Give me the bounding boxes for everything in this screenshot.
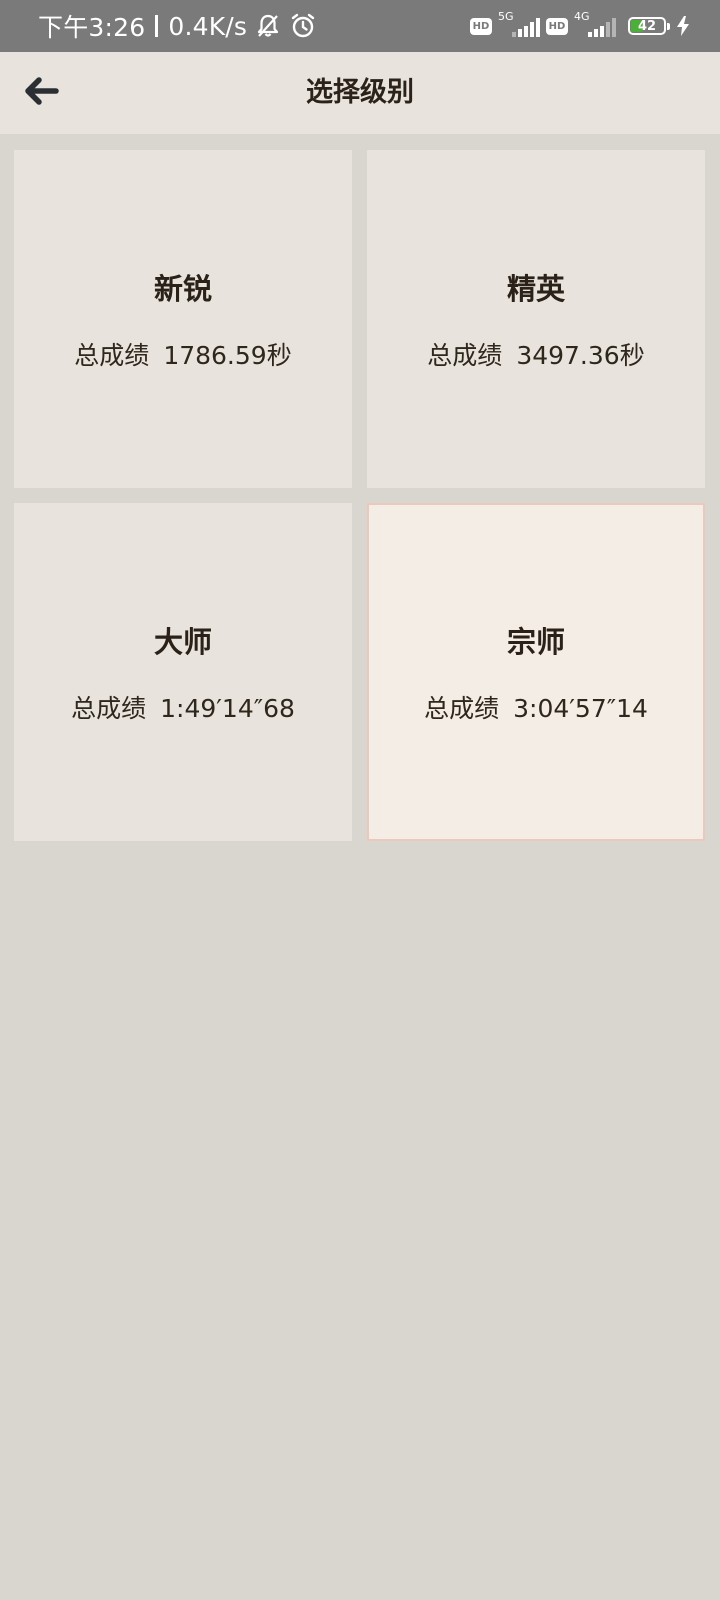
signal-sim2: 4G xyxy=(574,11,616,41)
app-bar: 选择级别 xyxy=(0,52,720,134)
hd-badge-sim1: HD xyxy=(470,17,492,35)
status-net-speed: 0.4K/s xyxy=(168,11,248,41)
status-bar: 下午3:26 0.4K/s HD 5G HD 4G 42 xyxy=(0,0,720,52)
level-card-elite[interactable]: 精英 总成绩 3497.36秒 xyxy=(367,150,705,488)
battery-level: 42 xyxy=(637,18,657,34)
status-right: HD 5G HD 4G 42 xyxy=(470,0,690,52)
level-score: 总成绩 3:04′57″14 xyxy=(424,689,648,725)
status-time: 下午3:26 xyxy=(38,13,146,42)
score-label: 总成绩 xyxy=(424,694,500,723)
score-value: 1786.59秒 xyxy=(163,341,292,370)
level-name: 大师 xyxy=(153,625,212,659)
battery-cap xyxy=(667,22,670,30)
hd-badge-sim2: HD xyxy=(546,17,568,35)
charging-icon xyxy=(676,15,690,37)
level-card-grandmaster[interactable]: 宗师 总成绩 3:04′57″14 xyxy=(367,503,705,841)
score-label: 总成绩 xyxy=(74,341,150,370)
signal-sim1: 5G xyxy=(498,11,540,41)
score-label: 总成绩 xyxy=(71,694,147,723)
signal-bars-icon xyxy=(588,18,616,37)
battery-icon: 42 xyxy=(628,17,666,35)
signal-bars-icon xyxy=(512,18,540,37)
score-label: 总成绩 xyxy=(427,341,503,370)
page-title: 选择级别 xyxy=(306,77,414,108)
bell-off-icon xyxy=(255,13,281,39)
level-score: 总成绩 1786.59秒 xyxy=(74,336,291,372)
status-separator xyxy=(155,15,159,37)
level-grid: 新锐 总成绩 1786.59秒 精英 总成绩 3497.36秒 大师 总成绩 1:49… xyxy=(14,150,706,841)
level-name: 精英 xyxy=(506,272,565,306)
level-name: 新锐 xyxy=(153,272,212,306)
score-value: 3:04′57″14 xyxy=(513,694,648,723)
alarm-icon xyxy=(289,12,317,40)
level-card-rookie[interactable]: 新锐 总成绩 1786.59秒 xyxy=(14,150,352,488)
score-value: 1:49′14″68 xyxy=(160,694,295,723)
status-left: 下午3:26 0.4K/s xyxy=(38,0,317,52)
level-score: 总成绩 1:49′14″68 xyxy=(71,689,295,725)
score-value: 3497.36秒 xyxy=(516,341,645,370)
level-score: 总成绩 3497.36秒 xyxy=(427,336,644,372)
level-name: 宗师 xyxy=(506,625,565,659)
level-card-master[interactable]: 大师 总成绩 1:49′14″68 xyxy=(14,503,352,841)
